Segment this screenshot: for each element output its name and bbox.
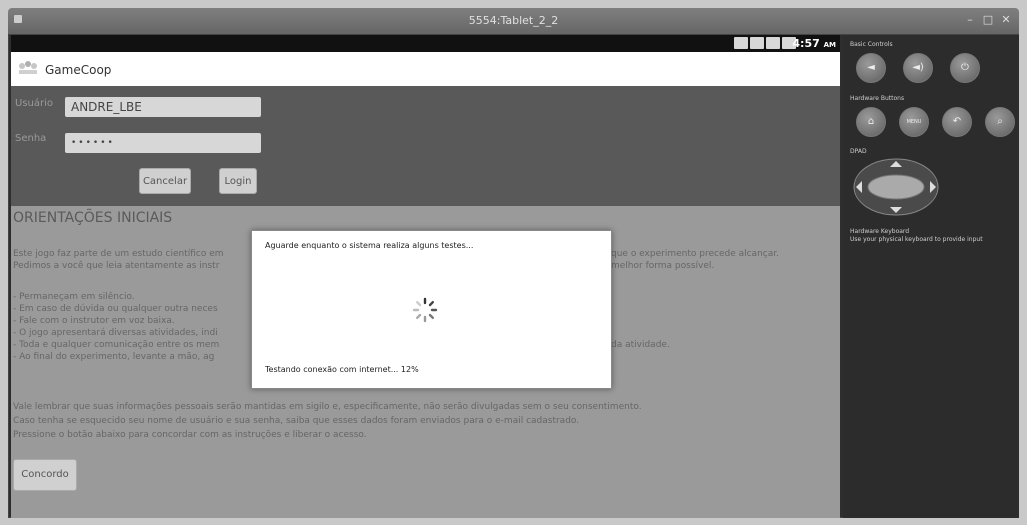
- loading-spinner-icon: [412, 297, 438, 323]
- menu-label: MENU: [906, 119, 922, 125]
- search-icon[interactable]: ⌕: [985, 107, 1015, 137]
- dialog-message: Aguarde enquanto o sistema realiza algun…: [265, 241, 474, 250]
- hardware-keyboard-info: Hardware Keyboard Use your physical keyb…: [850, 228, 1016, 244]
- window-titlebar: 5554:Tablet_2_2 – □ ✕: [8, 8, 1019, 34]
- keyboard-description: Use your physical keyboard to provide in…: [850, 236, 983, 243]
- maximize-icon[interactable]: □: [981, 14, 995, 26]
- minimize-icon[interactable]: –: [963, 14, 977, 26]
- emulator-control-panel: Basic Controls ◄ ◄) ⏻ Hardware Buttons ⌂…: [843, 35, 1019, 518]
- keyboard-title: Hardware Keyboard: [850, 228, 910, 235]
- menu-button[interactable]: MENU: [899, 107, 929, 137]
- window-title: 5554:Tablet_2_2: [468, 14, 559, 27]
- back-icon[interactable]: ↶: [942, 107, 972, 137]
- volume-down-icon[interactable]: ◄: [856, 53, 886, 83]
- basic-controls-label: Basic Controls: [850, 41, 893, 48]
- power-icon[interactable]: ⏻: [950, 53, 980, 83]
- device-screen: 4:57 AM GameCoop Usuário ANDRE_LBE Senha…: [11, 35, 840, 518]
- volume-up-icon[interactable]: ◄): [903, 53, 933, 83]
- dpad-control[interactable]: [852, 157, 940, 217]
- close-icon[interactable]: ✕: [999, 14, 1013, 26]
- progress-dialog: Aguarde enquanto o sistema realiza algun…: [251, 230, 612, 389]
- hardware-buttons-label: Hardware Buttons: [850, 95, 905, 102]
- dialog-status: Testando conexão com internet... 12%: [265, 365, 419, 374]
- home-icon[interactable]: ⌂: [856, 107, 886, 137]
- dpad-label: DPAD: [850, 148, 867, 155]
- modal-overlay: Aguarde enquanto o sistema realiza algun…: [11, 35, 840, 518]
